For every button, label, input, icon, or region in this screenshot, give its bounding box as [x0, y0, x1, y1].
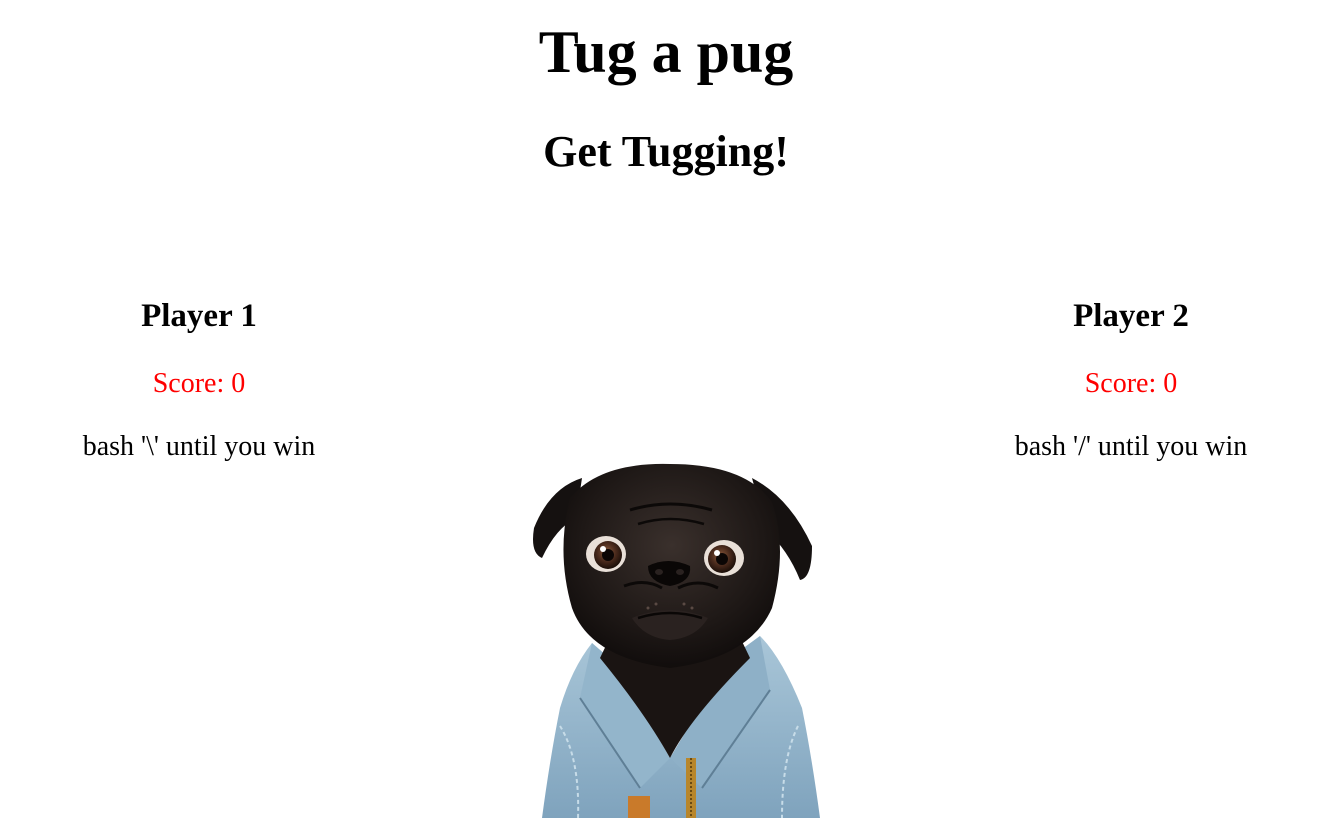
player-1-name: Player 1 [141, 298, 257, 334]
player-2-panel: Player 2 Score: 0 bash '/' until you win [961, 292, 1301, 464]
player-1-score-label: Score: [152, 368, 225, 399]
player-2-name: Player 2 [1073, 298, 1189, 334]
player-2-score-value: 0 [1163, 368, 1178, 399]
player-2-score: Score: 0 [961, 367, 1301, 401]
pug-image [520, 458, 820, 818]
player-1-instruction: bash '\' until you win [82, 431, 316, 462]
page-title: Tug a pug [538, 19, 794, 85]
player-1-panel: Player 1 Score: 0 bash '\' until you win [29, 292, 369, 464]
game-page: Tug a pug Get Tugging! Player 1 Score: 0… [0, 0, 1332, 836]
page-subtitle: Get Tugging! [543, 127, 789, 176]
player-2-score-label: Score: [1084, 368, 1157, 399]
player-1-score-value: 0 [231, 368, 246, 399]
player-1-score: Score: 0 [29, 367, 369, 401]
player-2-instruction: bash '/' until you win [1014, 431, 1248, 462]
